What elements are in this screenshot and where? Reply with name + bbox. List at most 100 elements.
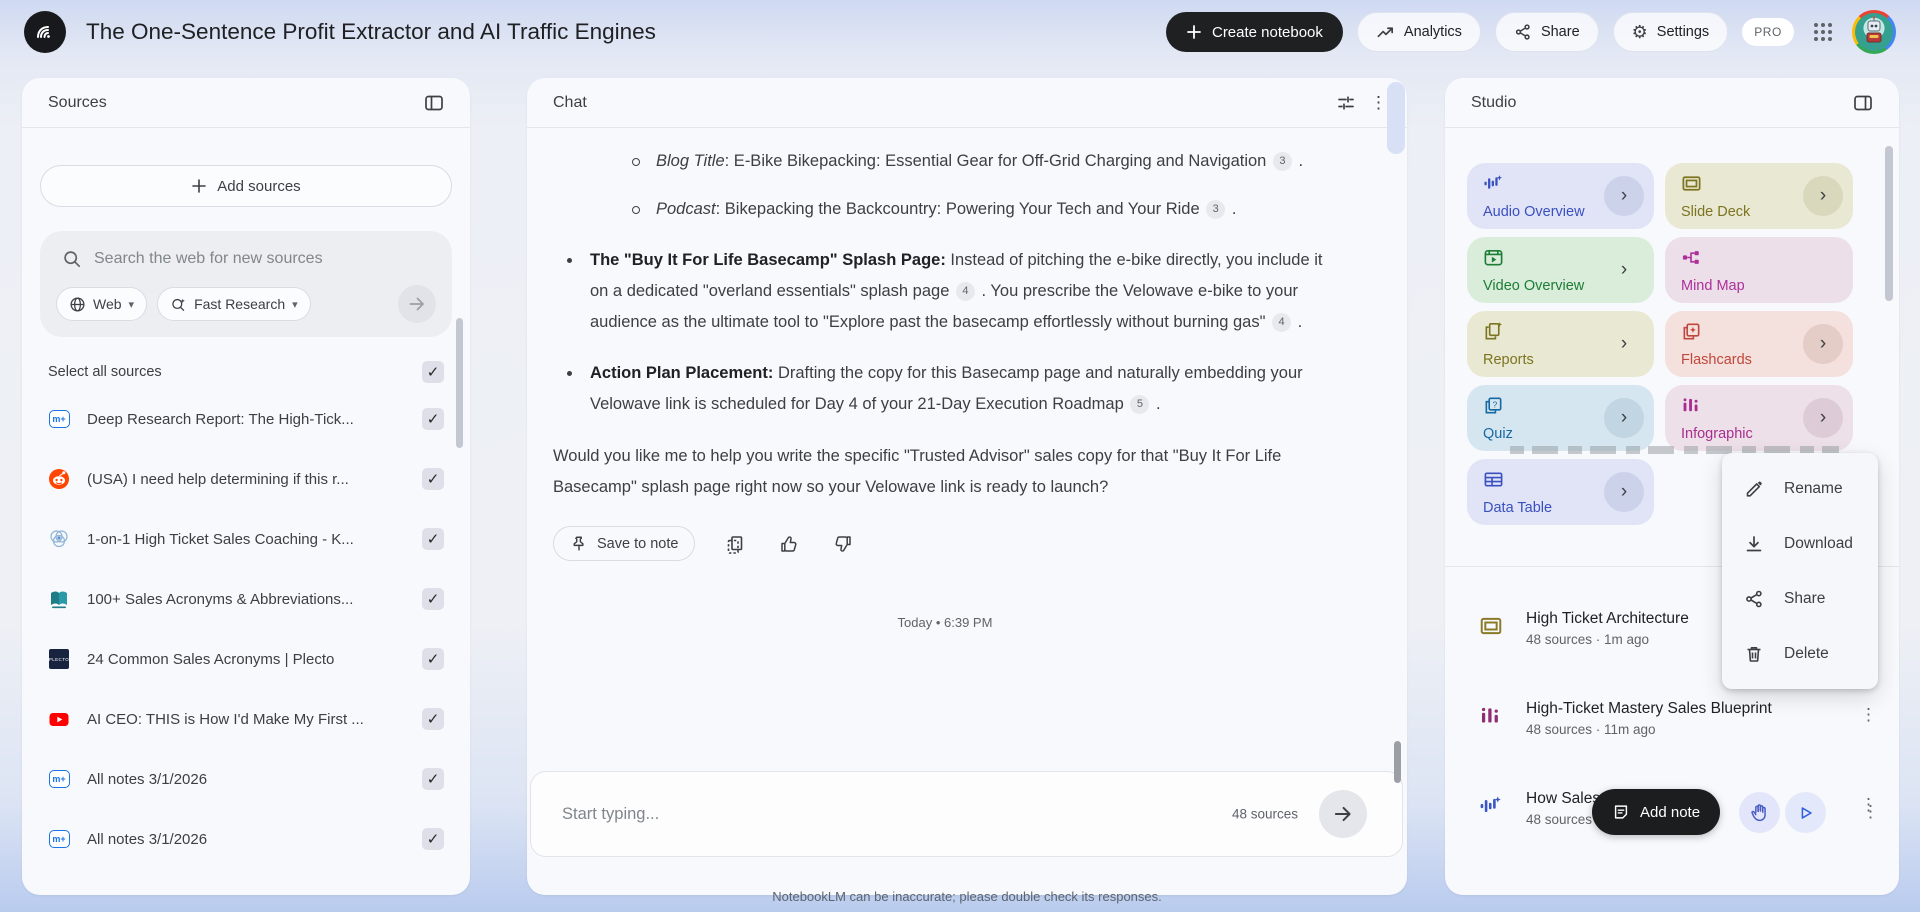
thumbs-down-icon <box>835 535 852 552</box>
citation-chip[interactable]: 5 <box>1130 395 1150 414</box>
research-mode-chip[interactable]: Fast Research ▾ <box>157 287 311 321</box>
settings-button[interactable]: ⚙ Settings <box>1612 12 1729 52</box>
source-checkbox[interactable]: ✓ <box>422 708 444 730</box>
studio-tile-datatable[interactable]: Data Table › <box>1467 459 1654 525</box>
chat-settings-tune-icon[interactable] <box>1332 89 1360 117</box>
save-to-note-button[interactable]: Save to note <box>553 526 696 561</box>
collapse-sources-panel-icon[interactable] <box>420 89 448 117</box>
source-checkbox[interactable]: ✓ <box>422 528 444 550</box>
chat-bullet: Action Plan Placement: Drafting the copy… <box>553 358 1337 420</box>
menu-item-rename[interactable]: Rename <box>1722 461 1878 516</box>
send-message-button[interactable] <box>1319 790 1367 838</box>
share-button[interactable]: Share <box>1494 12 1599 52</box>
select-all-checkbox[interactable]: ✓ <box>422 361 444 383</box>
chevron-right-icon[interactable]: › <box>1803 398 1843 438</box>
create-notebook-button[interactable]: Create notebook <box>1165 12 1343 52</box>
studio-tile-flashcards[interactable]: Flashcards › <box>1665 311 1853 377</box>
source-list-item[interactable]: m+ All notes 3/1/2026 ✓ <box>48 809 444 869</box>
source-list-item[interactable]: AI CEO: THIS is How I'd Make My First ..… <box>48 689 444 749</box>
citation-chip[interactable]: 4 <box>1272 313 1292 332</box>
chevron-right-icon[interactable]: › <box>1604 250 1644 290</box>
audio-item-kebab-icon[interactable]: ⋮ <box>1843 803 1898 820</box>
studio-tile-slides[interactable]: Slide Deck › <box>1665 163 1853 229</box>
google-apps-grid-icon[interactable] <box>1808 17 1838 47</box>
analytics-button[interactable]: Analytics <box>1356 12 1481 52</box>
source-list-item[interactable]: (USA) I need help determining if this r.… <box>48 449 444 509</box>
collapse-studio-panel-icon[interactable] <box>1849 89 1877 117</box>
source-checkbox[interactable]: ✓ <box>422 468 444 490</box>
chat-scrollbar[interactable] <box>1394 741 1401 783</box>
thumbs-down-icon[interactable] <box>829 530 857 558</box>
pin-icon <box>573 536 584 551</box>
web-filter-chip[interactable]: Web ▾ <box>56 287 148 321</box>
play-audio-icon[interactable] <box>1785 792 1826 833</box>
chevron-right-icon[interactable]: › <box>1604 324 1644 364</box>
chevron-right-icon[interactable]: › <box>1803 324 1843 364</box>
artifact-kebab-icon[interactable]: ⋮ <box>1860 706 1877 723</box>
citation-chip[interactable]: 4 <box>955 282 975 301</box>
artifact-meta: 48 sources <box>1526 812 1593 827</box>
studio-tile-quiz[interactable]: ? Quiz › <box>1467 385 1654 451</box>
search-icon <box>64 251 81 268</box>
source-list-item[interactable]: 1-on-1 High Ticket Sales Coaching - K...… <box>48 509 444 569</box>
add-note-button[interactable]: Add note <box>1592 789 1721 835</box>
studio-list-item[interactable]: High-Ticket Mastery Sales Blueprint 48 so… <box>1445 680 1899 770</box>
chevron-right-icon[interactable]: › <box>1604 176 1644 216</box>
datatable-icon <box>1484 472 1503 487</box>
globe-icon <box>70 296 85 312</box>
menu-item-share[interactable]: Share <box>1722 571 1878 626</box>
venn-diagram-icon <box>50 530 68 548</box>
chevron-right-icon[interactable]: › <box>1803 176 1843 216</box>
chat-panel: Chat ⋮ Blog Title: E-Bike Bikepacking: E… <box>527 78 1407 895</box>
source-list-item[interactable]: m+ All notes 3/1/2026 ✓ <box>48 749 444 809</box>
source-list-item[interactable]: m+ Deep Research Report: The High-Tick...… <box>48 389 444 449</box>
web-search-input[interactable]: Search the web for new sources <box>94 250 323 268</box>
chat-bullet: The "Buy It For Life Basecamp" Splash Pa… <box>553 245 1337 338</box>
sources-scrollbar[interactable] <box>456 318 463 448</box>
copy-icon[interactable] <box>721 530 749 558</box>
notebook-title[interactable]: The One-Sentence Profit Extractor and AI… <box>86 19 656 45</box>
studio-tile-audio[interactable]: Audio Overview › <box>1467 163 1654 229</box>
source-list-item[interactable]: PLECTO 24 Common Sales Acronyms | Plecto ✓ <box>48 629 444 689</box>
studio-tile-video[interactable]: Video Overview › <box>1467 237 1654 303</box>
search-submit-button[interactable] <box>398 285 436 323</box>
studio-scrollbar[interactable] <box>1885 146 1893 301</box>
thumbs-up-icon[interactable] <box>775 530 803 558</box>
source-checkbox[interactable]: ✓ <box>422 828 444 850</box>
slides-artifact-icon <box>1480 617 1502 635</box>
artifact-context-menu: Rename Download Share Delete <box>1722 453 1878 689</box>
studio-tile-label: Quiz <box>1483 426 1513 442</box>
studio-tile-reports[interactable]: Reports › <box>1467 311 1654 377</box>
source-checkbox[interactable]: ✓ <box>422 648 444 670</box>
source-checkbox[interactable]: ✓ <box>422 588 444 610</box>
user-avatar[interactable] <box>1852 10 1896 54</box>
infographic-artifact-icon <box>1481 707 1498 723</box>
chat-panel-title: Chat <box>553 93 587 111</box>
select-all-sources-label: Select all sources <box>48 364 162 380</box>
notebooklm-logo-icon[interactable] <box>24 11 66 53</box>
chat-timestamp: Today • 6:39 PM <box>897 615 993 630</box>
mindmap-icon <box>1682 251 1699 264</box>
studio-tile-mindmap[interactable]: Mind Map <box>1665 237 1853 303</box>
chevron-right-icon[interactable]: › <box>1604 472 1644 512</box>
chevron-right-icon[interactable]: › <box>1604 398 1644 438</box>
chat-scroll-track <box>1387 82 1405 154</box>
citation-chip[interactable]: 3 <box>1272 152 1292 171</box>
source-checkbox[interactable]: ✓ <box>422 408 444 430</box>
artifact-meta: 48 sources · 1m ago <box>1526 632 1650 647</box>
note-icon <box>1614 805 1628 819</box>
note-source-icon: m+ <box>48 410 70 428</box>
interactive-mode-hand-icon[interactable] <box>1739 792 1780 833</box>
chat-input[interactable] <box>562 772 1042 856</box>
book-logo-icon <box>51 591 67 609</box>
source-list-item[interactable]: 100+ Sales Acronyms & Abbreviations... ✓ <box>48 569 444 629</box>
audio-icon <box>1484 175 1503 189</box>
add-sources-button[interactable]: Add sources <box>40 165 452 207</box>
studio-tile-infographic[interactable]: Infographic › <box>1665 385 1853 451</box>
chat-sub-bullet: Podcast: Bikepacking the Backcountry: Po… <box>553 194 1337 225</box>
artifact-title: High Ticket Architecture <box>1526 610 1689 627</box>
citation-chip[interactable]: 3 <box>1206 200 1226 219</box>
source-checkbox[interactable]: ✓ <box>422 768 444 790</box>
menu-item-delete[interactable]: Delete <box>1722 626 1878 681</box>
menu-item-download[interactable]: Download <box>1722 516 1878 571</box>
